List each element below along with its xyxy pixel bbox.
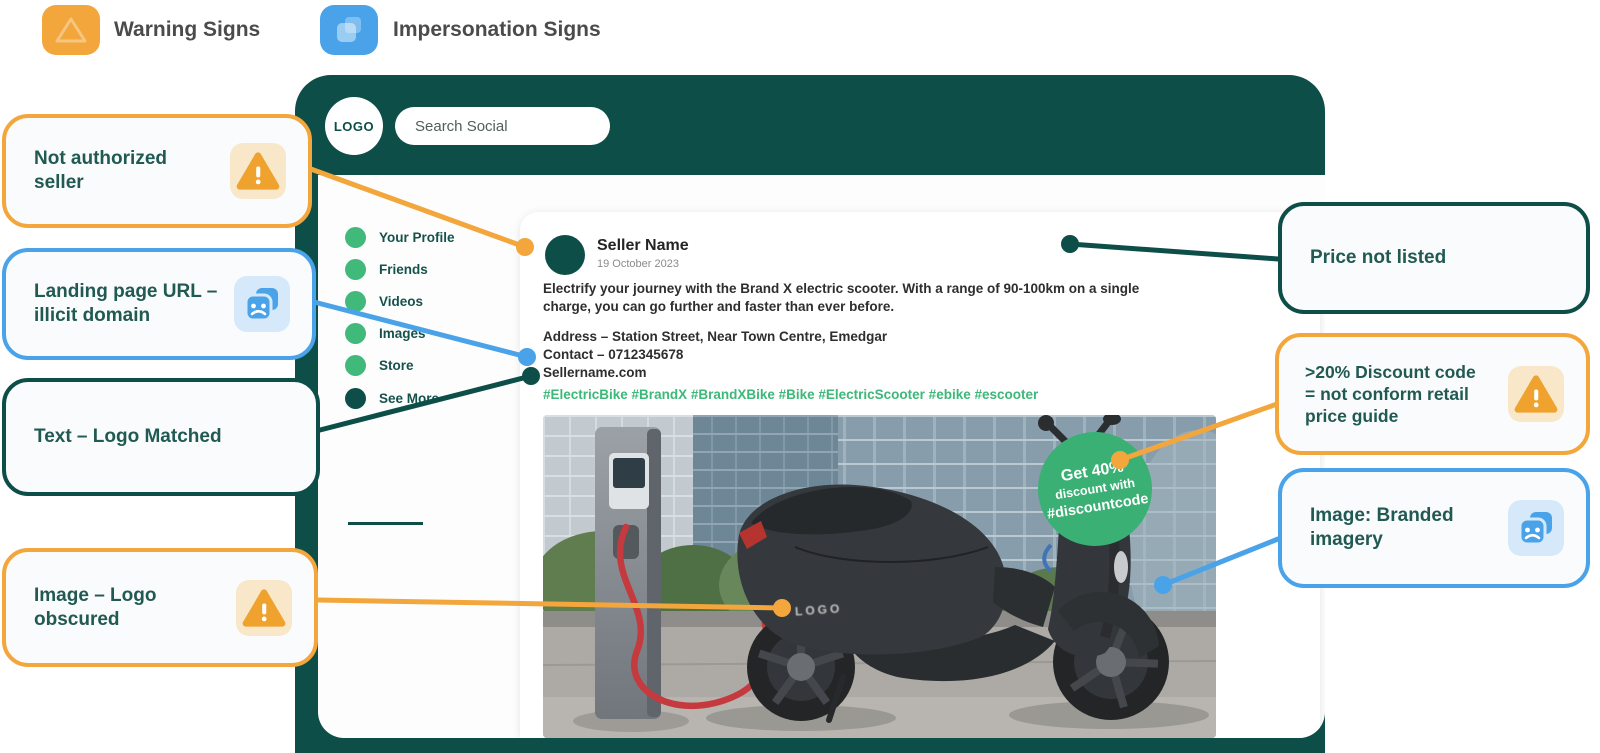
callout-text: Not authorized seller <box>34 147 194 195</box>
sidebar-label: Your Profile <box>379 230 455 245</box>
sidebar-label: Store <box>379 358 414 373</box>
callout-text: Text – Logo Matched <box>34 425 274 449</box>
friends-dot-icon <box>345 259 366 280</box>
profile-dot-icon <box>345 227 366 248</box>
browser-window: LOGO Your Profile Friends Videos Images <box>295 75 1325 753</box>
legend-warning-swatch <box>42 5 100 55</box>
seller-avatar <box>545 235 585 275</box>
callout-price-not-listed: Price not listed <box>1278 202 1590 314</box>
window-content: Your Profile Friends Videos Images Store… <box>318 175 1325 738</box>
callout-text: Image: Branded imagery <box>1310 504 1480 552</box>
callout-text: Image – Logo obscured <box>34 584 194 632</box>
sidebar-item-images[interactable]: Images <box>345 322 426 344</box>
post-date: 19 October 2023 <box>597 258 679 270</box>
legend-impersonation-label: Impersonation Signs <box>393 5 601 55</box>
sidebar-item-videos[interactable]: Videos <box>345 290 423 312</box>
callout-text: Price not listed <box>1310 246 1550 270</box>
infographic-stage: Warning Signs Impersonation Signs LOGO Y… <box>0 0 1600 753</box>
impersonation-icon <box>333 14 365 46</box>
warning-icon <box>236 580 292 636</box>
post-body: Electrify your journey with the Brand X … <box>543 280 1173 315</box>
search-input[interactable] <box>395 107 610 145</box>
warning-icon <box>1508 366 1564 422</box>
legend-warning-label: Warning Signs <box>114 5 260 55</box>
warning-triangle-icon <box>54 15 88 45</box>
social-logo-text: LOGO <box>334 119 374 134</box>
post-address: Address – Station Street, Near Town Cent… <box>543 328 1173 346</box>
post-url: Sellername.com <box>543 364 1173 382</box>
callout-landing-page-url: Landing page URL – illicit domain <box>2 248 316 360</box>
post-photo: LOGO Get 40% discount with #discountcode <box>543 415 1216 738</box>
callout-text: >20% Discount code = not conform retail … <box>1305 361 1485 427</box>
sidebar-divider <box>348 522 423 525</box>
callout-discount-code: >20% Discount code = not conform retail … <box>1275 333 1590 455</box>
callout-text-logo-matched: Text – Logo Matched <box>2 378 320 496</box>
social-logo[interactable]: LOGO <box>325 97 383 155</box>
callout-not-authorized-seller: Not authorized seller <box>2 114 312 228</box>
sidebar-label: Images <box>379 326 426 341</box>
sidebar-item-store[interactable]: Store <box>345 354 414 376</box>
post-contact: Contact – 0712345678 <box>543 346 1173 364</box>
warning-icon <box>230 143 286 199</box>
sidebar-label: See More <box>379 391 439 406</box>
sidebar-label: Videos <box>379 294 423 309</box>
sidebar-item-your-profile[interactable]: Your Profile <box>345 226 455 248</box>
sidebar-item-see-more[interactable]: See More <box>345 387 439 409</box>
sidebar-label: Friends <box>379 262 428 277</box>
sidebar-item-friends[interactable]: Friends <box>345 258 428 280</box>
callout-branded-imagery: Image: Branded imagery <box>1278 468 1590 588</box>
post-hashtags[interactable]: #ElectricBike #BrandX #BrandXBike #Bike … <box>543 386 1173 404</box>
seller-name: Seller Name <box>597 237 689 255</box>
callout-image-logo-obscured: Image – Logo obscured <box>2 548 318 667</box>
see-more-dot-icon <box>345 388 366 409</box>
callout-text: Landing page URL – illicit domain <box>34 280 224 328</box>
impersonation-icon <box>234 276 290 332</box>
videos-dot-icon <box>345 291 366 312</box>
store-dot-icon <box>345 355 366 376</box>
images-dot-icon <box>345 323 366 344</box>
legend-impersonation-swatch <box>320 5 378 55</box>
impersonation-icon <box>1508 500 1564 556</box>
social-post-card: Seller Name 19 October 2023 Electrify yo… <box>520 212 1320 738</box>
